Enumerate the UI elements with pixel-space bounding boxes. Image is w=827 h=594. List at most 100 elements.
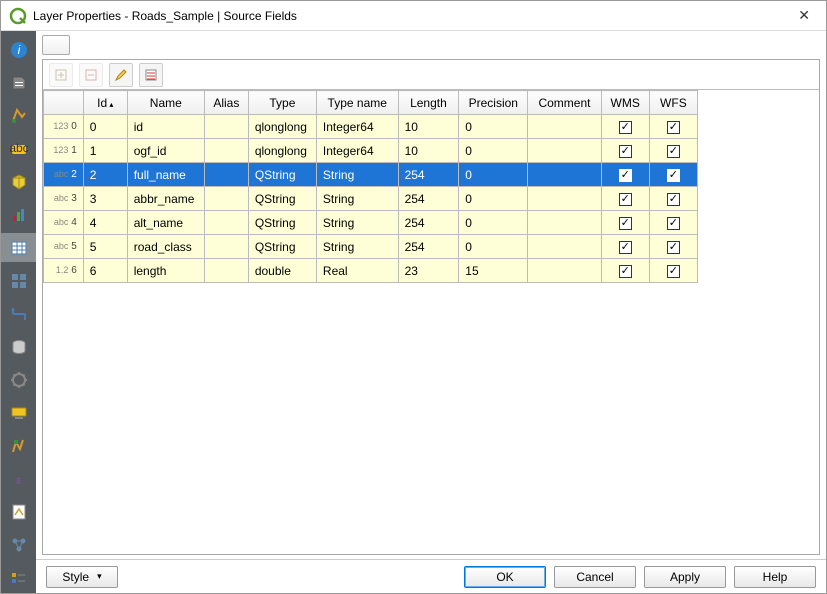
close-icon[interactable]: ✕ bbox=[790, 3, 818, 28]
cell-length: 10 bbox=[398, 115, 459, 139]
search-input[interactable] bbox=[42, 35, 70, 55]
col-length[interactable]: Length bbox=[398, 91, 459, 115]
metadata-icon[interactable] bbox=[1, 498, 36, 527]
actions-icon[interactable] bbox=[1, 366, 36, 395]
col-alias[interactable]: Alias bbox=[204, 91, 248, 115]
fields-toolbar bbox=[43, 60, 819, 90]
svg-text:abc: abc bbox=[10, 141, 28, 155]
table-row[interactable]: 123 11ogf_idqlonglongInteger64100✓✓ bbox=[44, 139, 698, 163]
help-button[interactable]: Help bbox=[734, 566, 816, 588]
col-type[interactable]: Type bbox=[248, 91, 316, 115]
legend-icon[interactable] bbox=[1, 564, 36, 593]
row-header[interactable]: abc 4 bbox=[44, 211, 84, 235]
cell-precision: 0 bbox=[459, 163, 528, 187]
cell-name: length bbox=[127, 259, 204, 283]
cell-wfs[interactable]: ✓ bbox=[649, 235, 697, 259]
row-header[interactable]: 123 1 bbox=[44, 139, 84, 163]
cell-length: 254 bbox=[398, 211, 459, 235]
col-precision[interactable]: Precision bbox=[459, 91, 528, 115]
symbology-icon[interactable] bbox=[1, 101, 36, 130]
cell-type: qlonglong bbox=[248, 115, 316, 139]
cell-wms[interactable]: ✓ bbox=[601, 163, 649, 187]
apply-button[interactable]: Apply bbox=[644, 566, 726, 588]
cell-wfs[interactable]: ✓ bbox=[649, 211, 697, 235]
cell-alias bbox=[204, 259, 248, 283]
fields-icon[interactable] bbox=[1, 233, 36, 262]
fields-table: Id Name Alias Type Type name Length Prec… bbox=[43, 90, 698, 283]
cell-wms[interactable]: ✓ bbox=[601, 115, 649, 139]
table-row[interactable]: abc 55road_classQStringString2540✓✓ bbox=[44, 235, 698, 259]
cell-wfs[interactable]: ✓ bbox=[649, 259, 697, 283]
style-button[interactable]: Style bbox=[46, 566, 118, 588]
cell-typename: Integer64 bbox=[316, 139, 398, 163]
cell-wfs[interactable]: ✓ bbox=[649, 187, 697, 211]
row-header[interactable]: 123 0 bbox=[44, 115, 84, 139]
col-rowhdr[interactable] bbox=[44, 91, 84, 115]
col-comment[interactable]: Comment bbox=[528, 91, 601, 115]
display-icon[interactable] bbox=[1, 399, 36, 428]
cell-precision: 0 bbox=[459, 139, 528, 163]
cell-wms[interactable]: ✓ bbox=[601, 259, 649, 283]
row-header[interactable]: abc 3 bbox=[44, 187, 84, 211]
toggle-editing-button[interactable] bbox=[109, 63, 133, 87]
cell-type: double bbox=[248, 259, 316, 283]
diagrams-icon[interactable] bbox=[1, 200, 36, 229]
cell-type: QString bbox=[248, 187, 316, 211]
cell-typename: String bbox=[316, 187, 398, 211]
cell-wfs[interactable]: ✓ bbox=[649, 115, 697, 139]
cell-id: 6 bbox=[83, 259, 127, 283]
col-wms[interactable]: WMS bbox=[601, 91, 649, 115]
table-row[interactable]: 1.2 66lengthdoubleReal2315✓✓ bbox=[44, 259, 698, 283]
fields-table-wrap: Id Name Alias Type Type name Length Prec… bbox=[43, 90, 819, 554]
auxiliary-storage-icon[interactable] bbox=[1, 333, 36, 362]
cell-type: QString bbox=[248, 235, 316, 259]
joins-icon[interactable] bbox=[1, 300, 36, 329]
rendering-icon[interactable] bbox=[1, 432, 36, 461]
col-id[interactable]: Id bbox=[83, 91, 127, 115]
cell-comment bbox=[528, 163, 601, 187]
titlebar: Layer Properties - Roads_Sample | Source… bbox=[1, 1, 826, 31]
cell-length: 254 bbox=[398, 235, 459, 259]
table-row[interactable]: 123 00idqlonglongInteger64100✓✓ bbox=[44, 115, 698, 139]
table-row[interactable]: abc 33abbr_nameQStringString2540✓✓ bbox=[44, 187, 698, 211]
cell-wfs[interactable]: ✓ bbox=[649, 139, 697, 163]
col-typename[interactable]: Type name bbox=[316, 91, 398, 115]
content-pane: Id Name Alias Type Type name Length Prec… bbox=[36, 31, 826, 593]
cell-wms[interactable]: ✓ bbox=[601, 139, 649, 163]
new-field-button[interactable] bbox=[49, 63, 73, 87]
cell-wfs[interactable]: ✓ bbox=[649, 163, 697, 187]
cancel-button[interactable]: Cancel bbox=[554, 566, 636, 588]
cell-type: QString bbox=[248, 163, 316, 187]
cell-wms[interactable]: ✓ bbox=[601, 187, 649, 211]
table-row[interactable]: abc 22full_nameQStringString2540✓✓ bbox=[44, 163, 698, 187]
source-icon[interactable] bbox=[1, 68, 36, 97]
variables-icon[interactable]: ε bbox=[1, 465, 36, 494]
cell-typename: String bbox=[316, 235, 398, 259]
cell-comment bbox=[528, 187, 601, 211]
row-header[interactable]: abc 5 bbox=[44, 235, 84, 259]
ok-button[interactable]: OK bbox=[464, 566, 546, 588]
3d-icon[interactable] bbox=[1, 167, 36, 196]
row-header[interactable]: 1.2 6 bbox=[44, 259, 84, 283]
delete-field-button[interactable] bbox=[79, 63, 103, 87]
labels-icon[interactable]: abc bbox=[1, 134, 36, 163]
cell-precision: 0 bbox=[459, 211, 528, 235]
sidebar: i abc ε bbox=[1, 31, 36, 593]
table-row[interactable]: abc 44alt_nameQStringString2540✓✓ bbox=[44, 211, 698, 235]
col-name[interactable]: Name bbox=[127, 91, 204, 115]
row-header[interactable]: abc 2 bbox=[44, 163, 84, 187]
info-icon[interactable]: i bbox=[1, 35, 36, 64]
field-calculator-button[interactable] bbox=[139, 63, 163, 87]
cell-wms[interactable]: ✓ bbox=[601, 211, 649, 235]
col-wfs[interactable]: WFS bbox=[649, 91, 697, 115]
cell-length: 23 bbox=[398, 259, 459, 283]
cell-typename: Real bbox=[316, 259, 398, 283]
attributes-form-icon[interactable] bbox=[1, 266, 36, 295]
cell-wms[interactable]: ✓ bbox=[601, 235, 649, 259]
cell-alias bbox=[204, 235, 248, 259]
cell-id: 0 bbox=[83, 115, 127, 139]
cell-name: alt_name bbox=[127, 211, 204, 235]
cell-alias bbox=[204, 163, 248, 187]
cell-id: 1 bbox=[83, 139, 127, 163]
dependencies-icon[interactable] bbox=[1, 531, 36, 560]
